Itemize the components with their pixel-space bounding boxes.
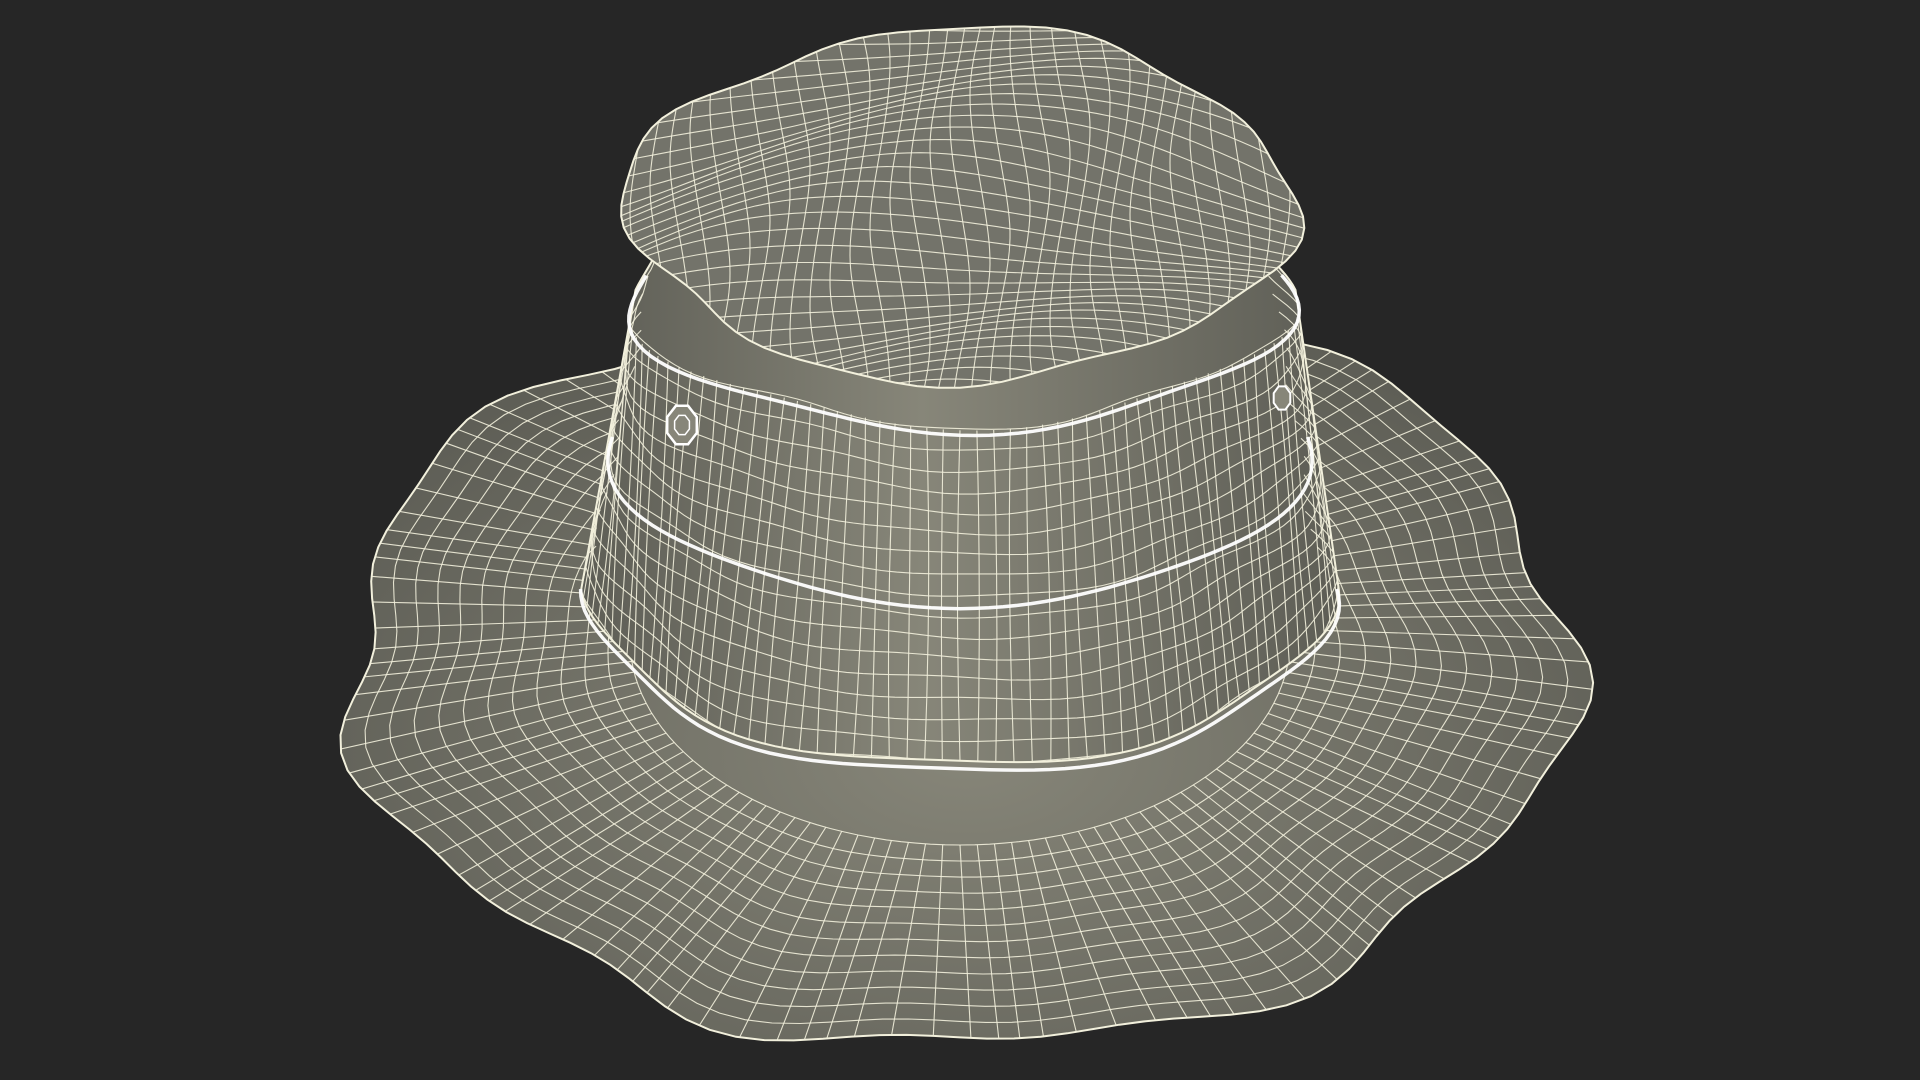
vent-eyelet-right [1272, 385, 1292, 411]
wireframe-render [339, 25, 1595, 1042]
3d-viewport[interactable] [0, 0, 1920, 1080]
vent-eyelet-left [665, 404, 699, 446]
eyelet-icon [1272, 385, 1292, 411]
eyelet-icon [665, 404, 699, 446]
